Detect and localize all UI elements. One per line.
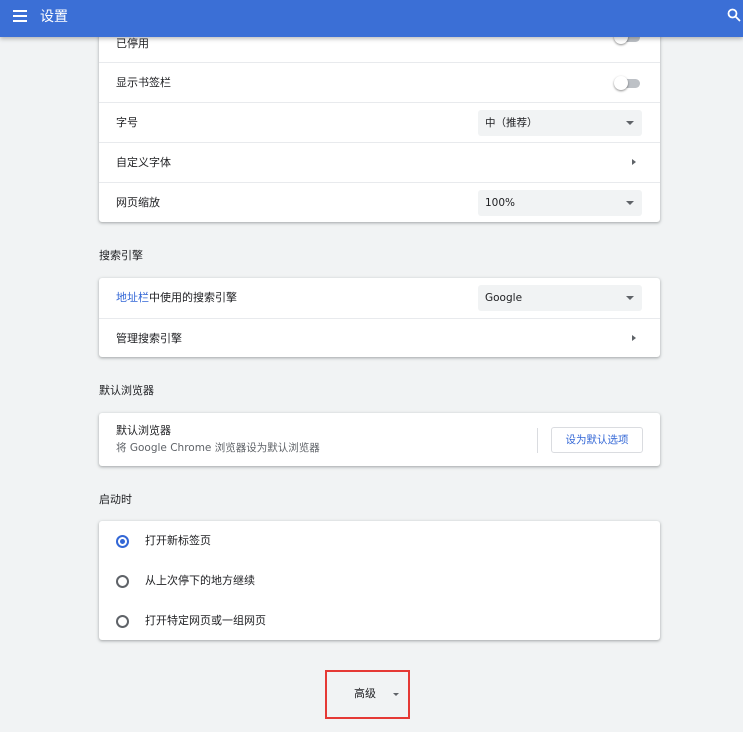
- show-bookmarks-bar-label: 显示书签栏: [116, 76, 171, 89]
- chevron-down-icon: [626, 121, 634, 125]
- page-zoom-label: 网页缩放: [116, 196, 160, 209]
- page-zoom-value: 100%: [485, 197, 516, 209]
- chevron-down-icon: [393, 693, 399, 696]
- top-bar: 设置: [0, 0, 743, 37]
- page-title: 设置: [40, 9, 68, 25]
- page-zoom-select[interactable]: 100%: [478, 190, 642, 216]
- radio-unchecked-icon[interactable]: [116, 575, 129, 588]
- on-startup-heading: 启动时: [99, 493, 132, 506]
- font-size-row: 字号 中（推荐）: [99, 102, 660, 142]
- font-size-label: 字号: [116, 116, 138, 129]
- default-browser-subtitle: 将 Google Chrome 浏览器设为默认浏览器: [116, 442, 320, 454]
- manage-search-engines-row[interactable]: 管理搜索引擎: [99, 318, 660, 358]
- show-bookmarks-bar-row[interactable]: 显示书签栏: [99, 62, 660, 102]
- font-size-select[interactable]: 中（推荐）: [478, 110, 642, 136]
- chevron-right-icon: [632, 159, 636, 165]
- advanced-button[interactable]: 高级: [325, 670, 410, 719]
- chevron-down-icon: [626, 201, 634, 205]
- search-engine-heading: 搜索引擎: [99, 249, 143, 262]
- show-bookmarks-bar-toggle[interactable]: [614, 76, 641, 90]
- startup-option-label: 打开特定网页或一组网页: [145, 614, 266, 627]
- custom-fonts-label: 自定义字体: [116, 156, 171, 169]
- disabled-label: 已停用: [116, 37, 149, 50]
- default-browser-heading: 默认浏览器: [99, 384, 154, 397]
- appearance-card: 已停用 显示书签栏 字号 中（推荐） 自定义字体 网页缩放 100%: [99, 20, 660, 222]
- radio-checked-icon[interactable]: [116, 535, 129, 548]
- search-icon[interactable]: [727, 8, 741, 22]
- search-engine-card: 地址栏中使用的搜索引擎 Google 管理搜索引擎: [99, 278, 660, 357]
- search-engine-select[interactable]: Google: [478, 285, 642, 311]
- startup-option-label: 从上次停下的地方继续: [145, 574, 255, 587]
- radio-unchecked-icon[interactable]: [116, 615, 129, 628]
- search-engine-row: 地址栏中使用的搜索引擎 Google: [99, 278, 660, 318]
- advanced-label: 高级: [354, 687, 376, 700]
- page-zoom-row: 网页缩放 100%: [99, 182, 660, 222]
- default-browser-card: 默认浏览器 将 Google Chrome 浏览器设为默认浏览器 设为默认选项: [99, 413, 660, 466]
- menu-icon[interactable]: [13, 10, 27, 23]
- startup-option-row[interactable]: 从上次停下的地方继续: [99, 561, 660, 601]
- chevron-right-icon: [632, 335, 636, 341]
- on-startup-card: 打开新标签页 从上次停下的地方继续 打开特定网页或一组网页: [99, 521, 660, 640]
- manage-search-engines-label: 管理搜索引擎: [116, 332, 182, 345]
- default-browser-title: 默认浏览器: [116, 424, 171, 437]
- search-engine-label: 地址栏中使用的搜索引擎: [116, 291, 237, 305]
- search-engine-label-text: 中使用的搜索引擎: [149, 291, 237, 304]
- startup-option-label: 打开新标签页: [145, 534, 211, 547]
- startup-option-row[interactable]: 打开特定网页或一组网页: [99, 601, 660, 641]
- divider: [537, 428, 538, 453]
- font-size-value: 中（推荐）: [485, 117, 538, 129]
- make-default-button[interactable]: 设为默认选项: [551, 427, 643, 453]
- startup-option-row[interactable]: 打开新标签页: [99, 521, 660, 561]
- omnibox-link[interactable]: 地址栏: [116, 291, 149, 304]
- search-engine-value: Google: [485, 292, 523, 304]
- custom-fonts-row[interactable]: 自定义字体: [99, 142, 660, 182]
- chevron-down-icon: [626, 296, 634, 300]
